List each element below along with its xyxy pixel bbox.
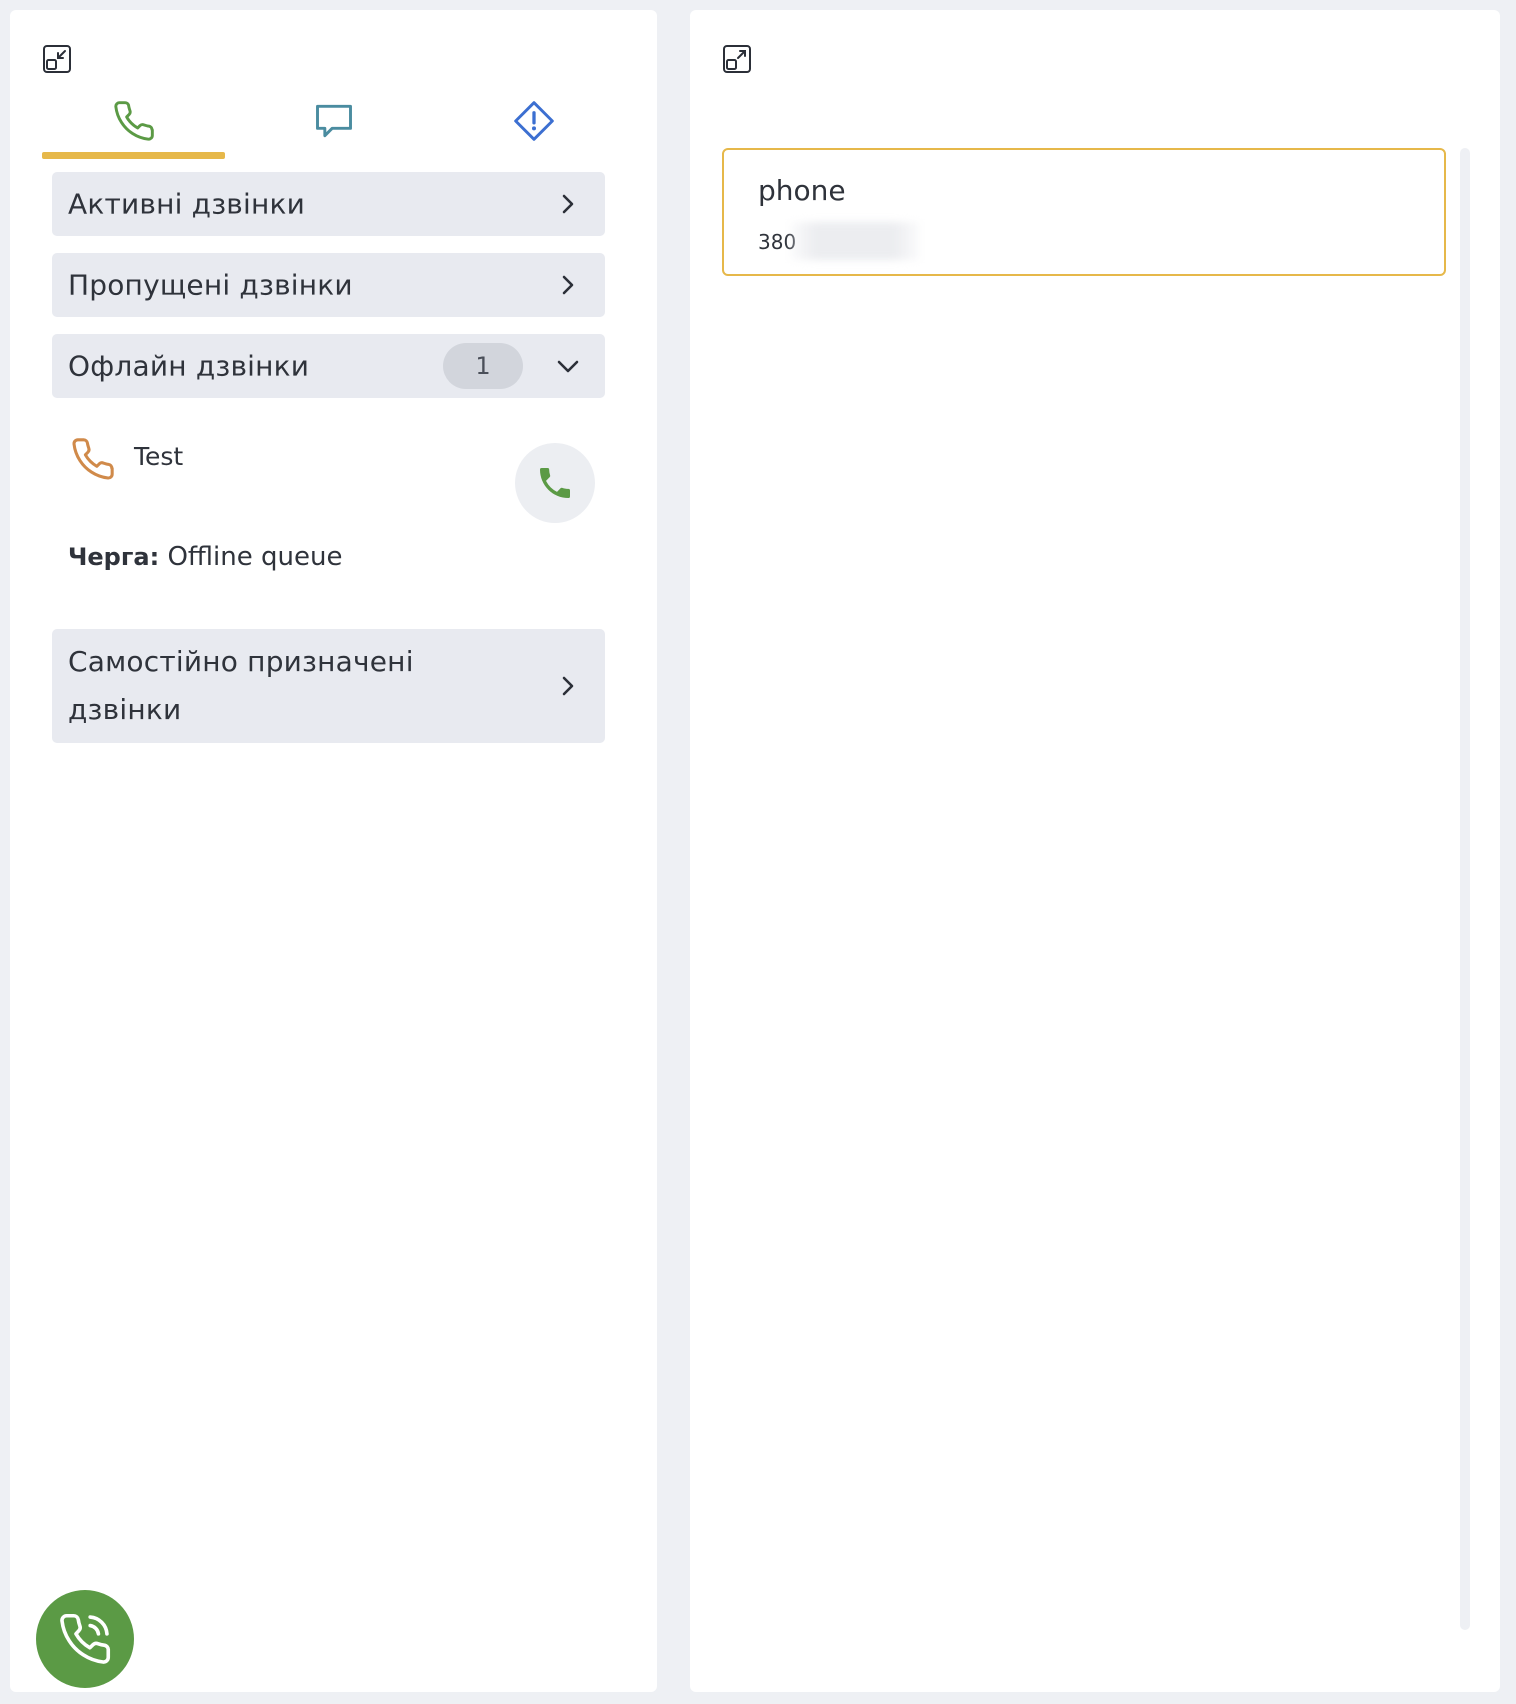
- scrollbar[interactable]: [1460, 148, 1470, 1630]
- missed-calls-section[interactable]: Пропущені дзвінки: [52, 253, 605, 317]
- chat-bubble-icon: [315, 104, 352, 138]
- chevron-down-icon: [557, 355, 579, 377]
- offline-count-badge: 1: [443, 343, 523, 389]
- offline-calls-label: Офлайн дзвінки: [68, 349, 310, 383]
- redacted-area: [790, 222, 920, 260]
- phone-calling-icon: [60, 1613, 111, 1664]
- contact-field-label: phone: [758, 174, 846, 207]
- phone-icon: [72, 438, 114, 480]
- queue-label: Черга:: [68, 543, 160, 571]
- phone-icon: [113, 101, 154, 141]
- alert-diamond-icon: [513, 101, 554, 141]
- chevron-right-icon: [557, 193, 579, 215]
- missed-calls-label: Пропущені дзвінки: [68, 268, 353, 302]
- queue-value: Offline queue: [167, 542, 343, 572]
- calls-panel: Активні дзвінки Пропущені дзвінки Офлайн…: [10, 10, 657, 1692]
- caller-name: Test: [134, 442, 184, 471]
- contact-panel: phone 380: [690, 10, 1500, 1692]
- channel-tabs: [42, 85, 602, 159]
- tab-calls[interactable]: [42, 85, 225, 159]
- self-assigned-calls-section[interactable]: Самостійно призначені дзвінки: [52, 629, 605, 743]
- active-calls-label: Активні дзвінки: [68, 187, 306, 221]
- contact-field-card[interactable]: phone 380: [722, 148, 1446, 276]
- tab-alerts[interactable]: [442, 85, 625, 157]
- expand-icon[interactable]: [722, 44, 752, 74]
- active-calls-section[interactable]: Активні дзвінки: [52, 172, 605, 236]
- offline-calls-section[interactable]: Офлайн дзвінки 1: [52, 334, 605, 398]
- phone-widget-button[interactable]: [36, 1590, 134, 1688]
- chevron-right-icon: [557, 274, 579, 296]
- chevron-right-icon: [557, 675, 579, 697]
- phone-answer-icon: [540, 468, 570, 498]
- collapse-icon[interactable]: [42, 44, 72, 74]
- self-assigned-calls-label: Самостійно призначені дзвінки: [68, 645, 414, 726]
- tab-chat[interactable]: [242, 85, 425, 157]
- active-tab-indicator: [42, 152, 225, 159]
- answer-call-button[interactable]: [515, 443, 595, 523]
- offline-call-item[interactable]: Test Черга: Offline queue: [52, 410, 605, 590]
- queue-info: Черга: Offline queue: [68, 542, 342, 572]
